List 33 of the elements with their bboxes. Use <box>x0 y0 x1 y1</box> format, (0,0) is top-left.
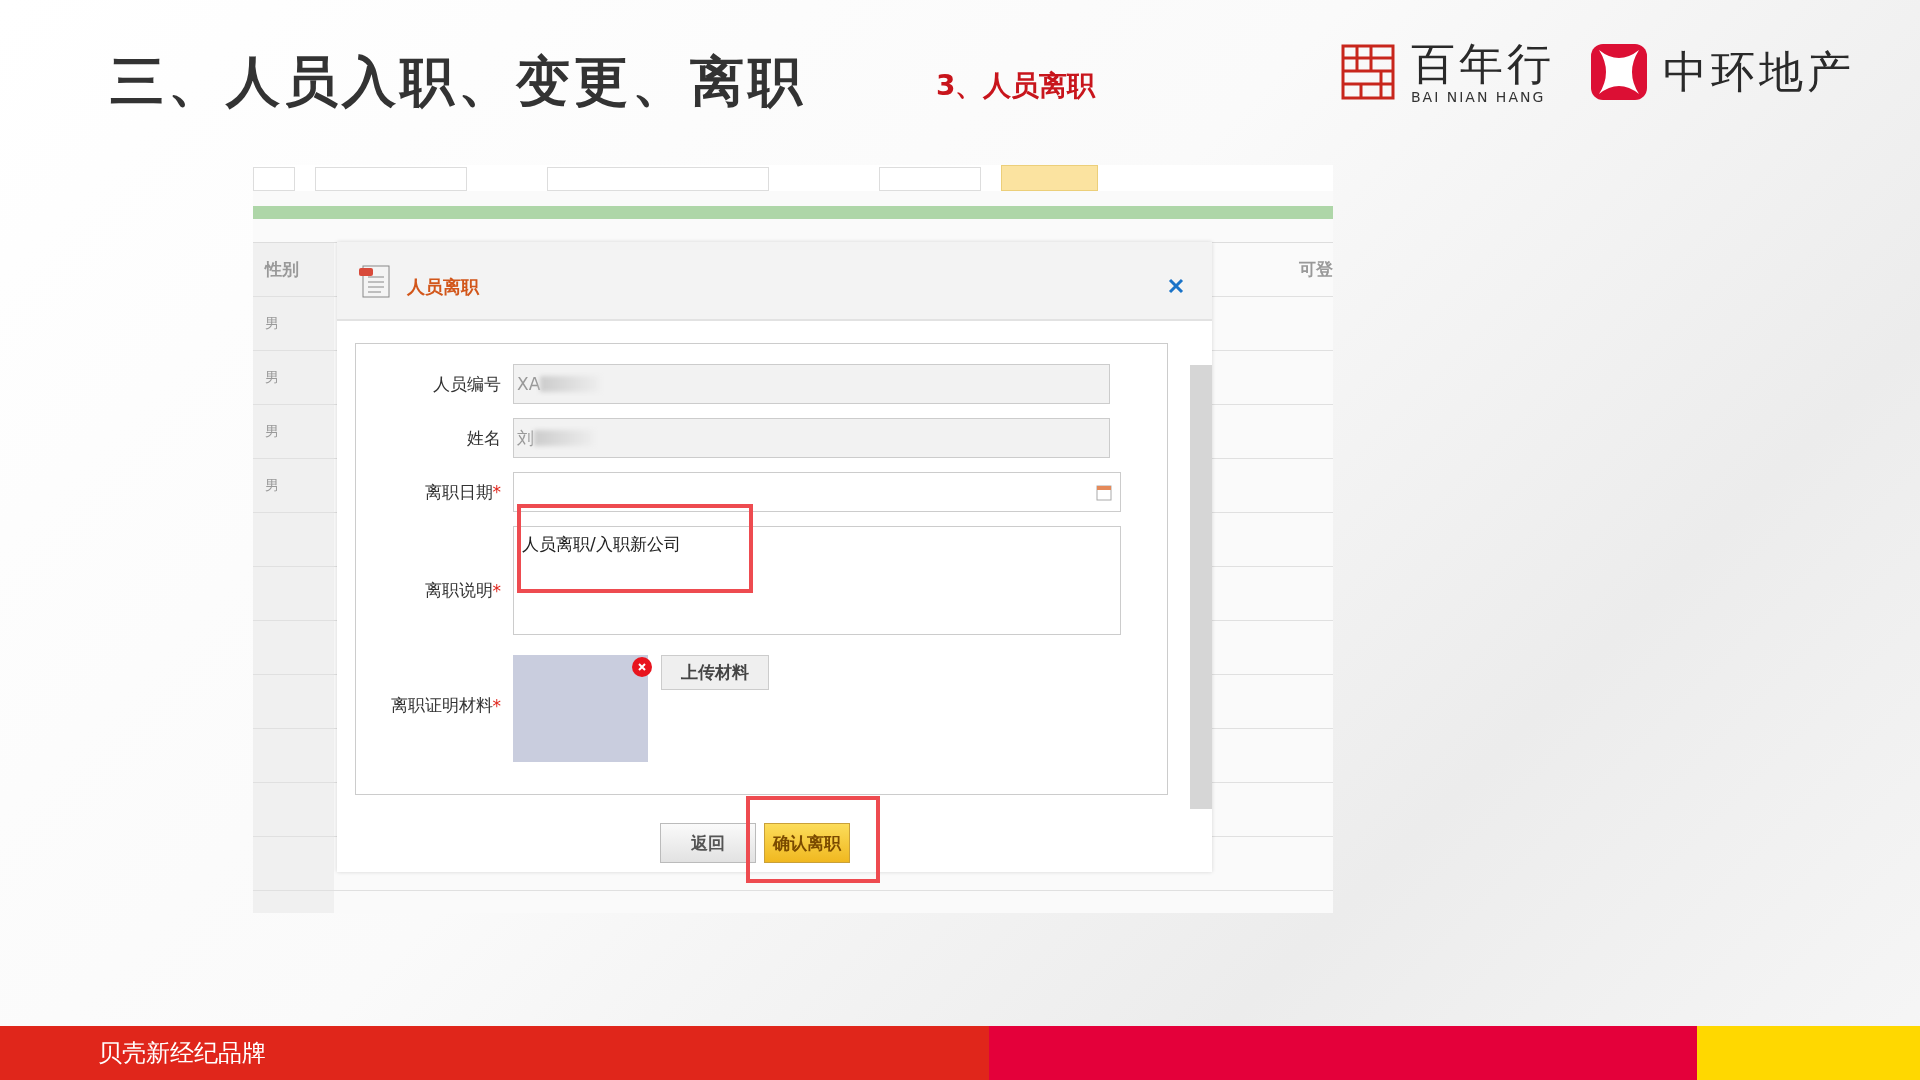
upload-button[interactable]: 上传材料 <box>661 655 769 690</box>
scrollbar[interactable] <box>1190 365 1212 809</box>
logo-name: 中环地产 <box>1663 48 1855 97</box>
required-mark: * <box>492 695 501 716</box>
required-mark: * <box>492 482 501 502</box>
table-cell: 男 <box>253 405 334 458</box>
column-header: 性别 <box>253 243 334 296</box>
date-field[interactable] <box>513 472 1121 512</box>
required-mark: * <box>492 580 501 601</box>
grid-logo-icon <box>1341 44 1395 101</box>
column-header: 可登 <box>1299 258 1333 281</box>
table-cell: 男 <box>253 459 334 512</box>
field-label: 离职说明 <box>424 579 493 602</box>
x-logo-icon <box>1591 44 1647 101</box>
logo-romanized: BAI NIAN HANG <box>1411 88 1547 105</box>
document-icon <box>357 262 393 299</box>
delete-icon[interactable] <box>632 657 652 677</box>
calendar-icon <box>1096 483 1112 501</box>
close-icon[interactable] <box>1168 277 1184 294</box>
confirm-button[interactable]: 确认离职 <box>763 823 850 863</box>
slide-title: 三、人员入职、变更、离职 <box>110 49 806 115</box>
dialog-title: 人员离职 <box>407 274 479 299</box>
table-cell: 男 <box>253 297 334 350</box>
field-label: 人员编号 <box>433 372 501 396</box>
table-cell: 男 <box>253 351 334 404</box>
logo-name: 百年行 <box>1411 40 1555 89</box>
slide-subtitle: 3、人员离职 <box>936 67 1096 104</box>
text-area[interactable]: 人员离职/入职新公司 <box>513 526 1121 635</box>
field-label: 离职证明材料 <box>390 694 493 717</box>
footer-text: 贝壳新经纪品牌 <box>0 1026 989 1080</box>
back-button[interactable]: 返回 <box>659 823 756 863</box>
field-label: 姓名 <box>467 426 501 450</box>
field-label: 离职日期 <box>424 480 493 504</box>
